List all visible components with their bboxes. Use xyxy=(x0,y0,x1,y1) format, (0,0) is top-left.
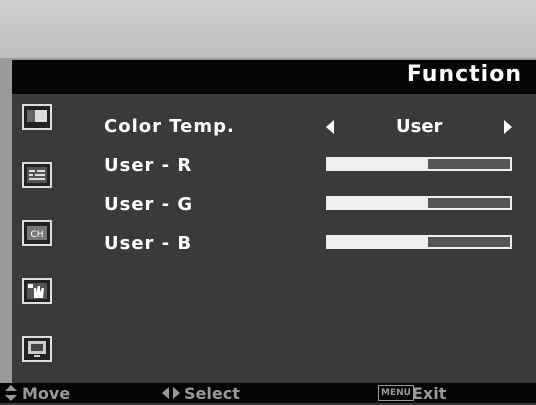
position-icon[interactable] xyxy=(22,162,52,188)
footer-exit-label: Exit xyxy=(412,384,447,403)
color-temp-label: Color Temp. xyxy=(104,116,235,137)
footer-select-label: Select xyxy=(184,384,240,403)
left-strip xyxy=(0,60,12,383)
arrow-right-icon[interactable] xyxy=(504,120,512,134)
color-temp-selector[interactable]: User xyxy=(326,114,512,142)
footer-bar: Move Select MENU Exit xyxy=(0,383,536,403)
user-r-slider[interactable] xyxy=(326,157,512,171)
arrow-left-icon[interactable] xyxy=(326,120,334,134)
user-r-slider-fill xyxy=(328,159,429,169)
user-b-label: User - B xyxy=(104,233,193,254)
user-r-label: User - R xyxy=(104,155,193,176)
osd-menu: Function CH Color Temp. User User - R Us… xyxy=(0,0,536,403)
top-bar xyxy=(0,0,536,60)
picture-icon[interactable] xyxy=(22,104,52,130)
page-title: Function xyxy=(406,62,522,87)
select-leftright-icon xyxy=(162,385,180,405)
title-bar: Function xyxy=(12,60,536,94)
color-temp-value: User xyxy=(396,116,443,137)
menu-key-icon: MENU xyxy=(378,385,414,401)
user-b-slider-fill xyxy=(328,237,429,247)
hand-icon[interactable] xyxy=(22,278,52,304)
user-g-label: User - G xyxy=(104,194,194,215)
user-g-slider-fill xyxy=(328,198,429,208)
footer-move-label: Move xyxy=(22,384,71,403)
sidebar: CH xyxy=(14,104,64,374)
ch-icon[interactable]: CH xyxy=(22,220,52,246)
move-updown-icon xyxy=(4,385,18,405)
user-g-slider[interactable] xyxy=(326,196,512,210)
monitor-icon[interactable] xyxy=(22,336,52,362)
svg-text:CH: CH xyxy=(30,230,43,240)
user-b-slider[interactable] xyxy=(326,235,512,249)
